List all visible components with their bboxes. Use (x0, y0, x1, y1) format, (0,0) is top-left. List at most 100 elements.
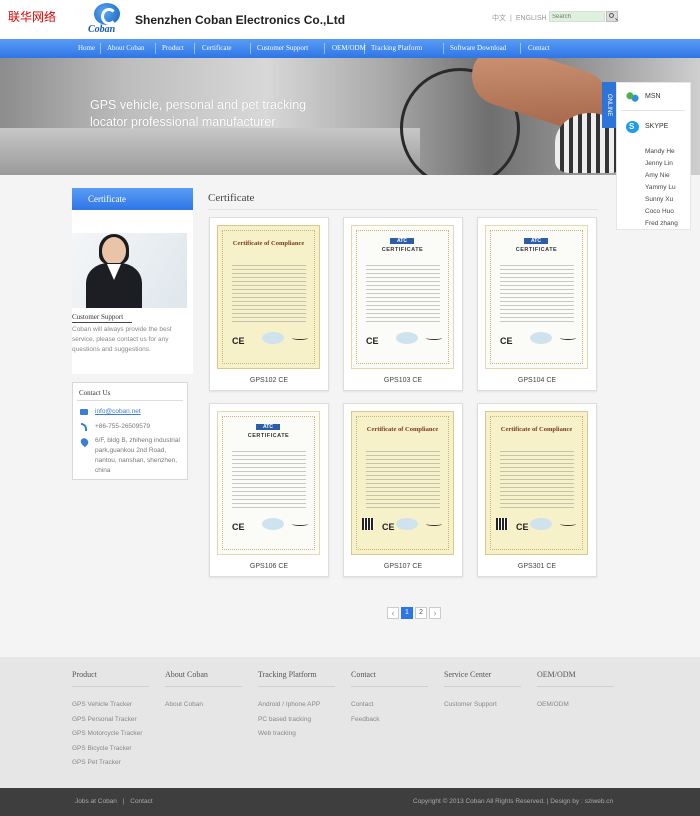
nav-software-download[interactable]: Software Download (450, 39, 506, 58)
cert-signature (560, 522, 576, 526)
certificate-label[interactable]: GPS301 CE (478, 563, 596, 570)
divider (444, 686, 521, 687)
certificate-image[interactable]: ATC CERTIFICATE CE (485, 225, 588, 369)
cert-body-text (366, 448, 440, 508)
certificate-card[interactable]: ATC CERTIFICATE CE GPS106 CE (209, 403, 329, 577)
contact-email[interactable]: info@coban.net (95, 407, 141, 417)
footer-link[interactable]: Android / Iphone APP (258, 698, 335, 713)
footer-link[interactable]: PC based tracking (258, 713, 335, 728)
footer-column: Product GPS Vehicle Tracker GPS Personal T… (72, 670, 149, 771)
footer-column: Tracking Platform Android / Iphone APP PC … (258, 670, 335, 742)
agent-name[interactable]: Amy Nie (645, 172, 670, 179)
contact-box: Contact Us info@coban.net +86-755-265095… (72, 382, 188, 480)
cert-body-text (366, 262, 440, 322)
footer-link[interactable]: About Coban (165, 698, 242, 713)
cert-atc-logo: ATC (256, 424, 280, 430)
lang-chinese-link[interactable]: 中文 (492, 15, 506, 22)
certificate-label[interactable]: GPS104 CE (478, 377, 596, 384)
pagination-prev[interactable]: ‹ (387, 607, 399, 619)
ce-mark: CE (382, 522, 395, 532)
bottom-links: Jobs at Coban | Contact (75, 798, 157, 805)
qr-code-icon (362, 518, 374, 530)
agent-name[interactable]: Mandy He (645, 148, 675, 155)
bottom-contact-link[interactable]: Contact (130, 798, 152, 805)
contact-phone: +86-755-26509579 (95, 423, 151, 430)
certificate-image[interactable]: Certificate of Compliance CE (485, 411, 588, 555)
footer-column: Service Center Customer Support (444, 670, 521, 713)
agent-name[interactable]: Yammy Lu (645, 184, 676, 191)
nav-separator (100, 43, 101, 54)
footer-link[interactable]: Customer Support (444, 698, 521, 713)
nav-certificate[interactable]: Certificate (202, 39, 232, 58)
nav-separator (324, 43, 325, 54)
agent-name[interactable]: Jenny Lin (645, 160, 673, 167)
footer-link[interactable]: Feedback (351, 713, 428, 728)
certificate-card[interactable]: Certificate of Compliance CE GPS301 CE (477, 403, 597, 577)
certificate-image[interactable]: ATC CERTIFICATE CE (217, 411, 320, 555)
cert-signature (426, 336, 442, 340)
certificate-card[interactable]: ATC CERTIFICATE CE GPS104 CE (477, 217, 597, 391)
cert-seal (262, 518, 284, 530)
jobs-link[interactable]: Jobs at Coban (75, 798, 117, 805)
lang-separator: | (510, 15, 512, 22)
language-switch: 中文 | ENGLISH (492, 13, 551, 23)
lang-english-link[interactable]: ENGLISH (516, 15, 547, 22)
agent-name[interactable]: Sunny Xu (645, 196, 673, 203)
certificate-image[interactable]: ATC CERTIFICATE CE (351, 225, 454, 369)
banner-road (0, 128, 420, 175)
agent-name[interactable]: Coco Huo (645, 208, 674, 215)
cert-subheading: CERTIFICATE (247, 433, 290, 439)
nav-separator (194, 43, 195, 54)
pagination-page-1[interactable]: 1 (401, 607, 413, 619)
logo-text[interactable]: Coban (88, 24, 115, 35)
nav-contact[interactable]: Contact (528, 39, 550, 58)
page-title: Certificate (208, 192, 255, 204)
divider (621, 110, 685, 111)
cert-signature (426, 522, 442, 526)
nav-oem-odm[interactable]: OEM/ODM (332, 39, 366, 58)
footer-link[interactable]: Web tracking (258, 727, 335, 742)
divider (208, 209, 598, 210)
certificate-card[interactable]: Certificate of Compliance CE GPS107 CE (343, 403, 463, 577)
certificate-label[interactable]: GPS107 CE (344, 563, 462, 570)
company-name: Shenzhen Coban Electronics Co.,Ltd (135, 13, 346, 27)
nav-separator (520, 43, 521, 54)
footer-link[interactable]: GPS Bicycle Tracker (72, 742, 149, 757)
certificate-label[interactable]: GPS103 CE (344, 377, 462, 384)
pagination-page-2[interactable]: 2 (415, 607, 427, 619)
nav-about[interactable]: About Coban (107, 39, 145, 58)
certificate-card[interactable]: Certificate of Compliance CE GPS102 CE (209, 217, 329, 391)
certificate-card[interactable]: ATC CERTIFICATE CE GPS103 CE (343, 217, 463, 391)
ce-mark: CE (232, 522, 245, 532)
nav-separator (155, 43, 156, 54)
divider (77, 400, 183, 401)
divider (165, 686, 242, 687)
footer-link[interactable]: GPS Pet Tracker (72, 756, 149, 771)
search-input[interactable] (549, 11, 605, 22)
nav-customer-support[interactable]: Customer Support (257, 39, 308, 58)
footer-link[interactable]: OEM/ODM (537, 698, 614, 713)
cert-heading: Certificate of Compliance (232, 240, 305, 247)
footer-heading: Service Center (444, 670, 492, 679)
footer-link[interactable]: GPS Motorcycle Tracker (72, 727, 149, 742)
coban-logo-icon[interactable] (94, 3, 120, 25)
certificate-label[interactable]: GPS102 CE (210, 377, 328, 384)
certificate-label[interactable]: GPS106 CE (210, 563, 328, 570)
nav-product[interactable]: Product (162, 39, 184, 58)
nav-tracking-platform[interactable]: Tracking Platform (371, 39, 422, 58)
footer-link[interactable]: GPS Personal Tracker (72, 713, 149, 728)
search-icon (609, 13, 614, 18)
cert-signature (292, 522, 308, 526)
footer-column: OEM/ODM OEM/ODM (537, 670, 614, 713)
footer-link[interactable]: GPS Vehicle Tracker (72, 698, 149, 713)
certificate-image[interactable]: Certificate of Compliance CE (351, 411, 454, 555)
pagination-next[interactable]: › (429, 607, 441, 619)
online-tab[interactable]: ONLINE (602, 82, 616, 128)
footer-link[interactable]: Contact (351, 698, 428, 713)
agent-name[interactable]: Fred zhang (645, 220, 678, 227)
search-button[interactable] (606, 11, 618, 22)
cert-body-text (232, 262, 306, 322)
certificate-image[interactable]: Certificate of Compliance CE (217, 225, 320, 369)
nav-home[interactable]: Home (78, 39, 95, 58)
cert-atc-logo: ATC (390, 238, 414, 244)
